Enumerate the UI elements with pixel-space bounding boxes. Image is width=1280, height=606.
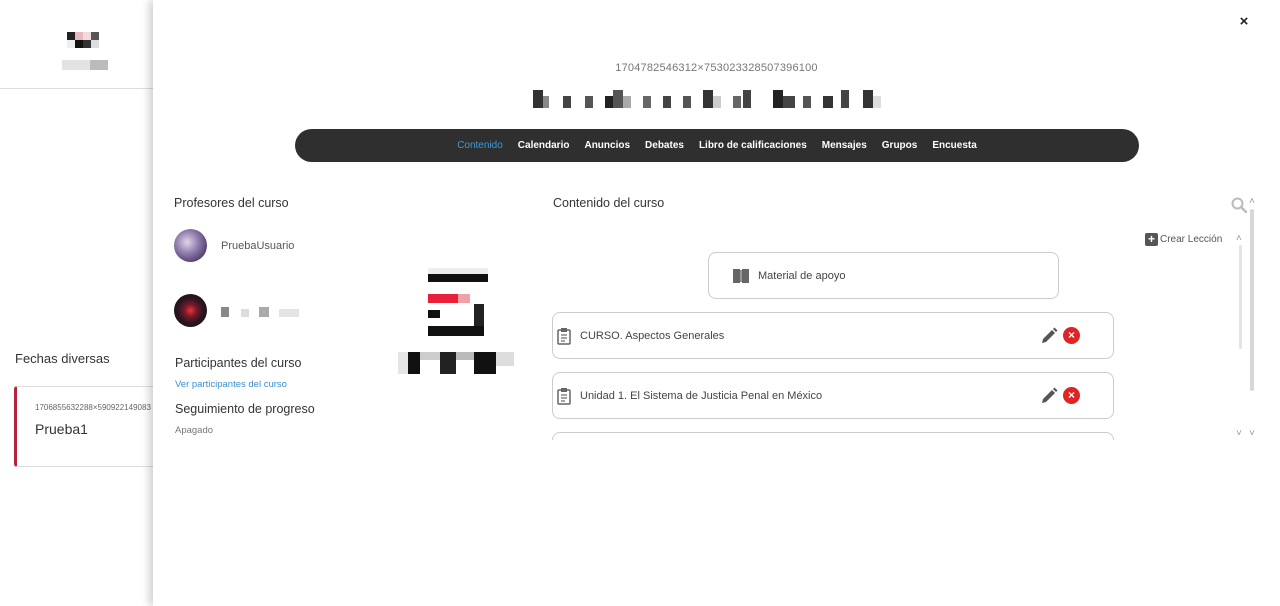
section-title: Fechas diversas (15, 351, 110, 366)
create-lesson-label: Crear Lección (1160, 234, 1223, 245)
event-card[interactable]: 1706855632288×590922149083 Prueba1 (14, 386, 164, 467)
close-button[interactable]: × (1236, 14, 1252, 30)
lesson-item[interactable]: CURSO. Aspectos Generales × (552, 312, 1114, 359)
progress-status: Apagado (175, 425, 214, 436)
course-modal: × 1704782546312×753023328507396100 Conte… (153, 0, 1280, 606)
teacher-item[interactable] (174, 294, 301, 327)
inner-scroll-down-icon[interactable]: ˅ (1236, 428, 1242, 439)
book-icon (733, 268, 749, 283)
search-icon[interactable] (1231, 197, 1247, 213)
delete-icon[interactable]: × (1063, 387, 1080, 404)
lesson-item-partial[interactable] (552, 432, 1114, 440)
header-divider (0, 88, 160, 89)
teacher-item[interactable]: PruebaUsuario (174, 229, 294, 262)
teacher-name: PruebaUsuario (221, 239, 295, 252)
course-id: 1704782546312×753023328507396100 (615, 62, 818, 74)
tab-libro-de-calificaciones[interactable]: Libro de calificaciones (699, 140, 807, 151)
tab-mensajes[interactable]: Mensajes (822, 140, 867, 151)
edit-pencil-icon[interactable] (1040, 327, 1058, 345)
course-logo-redacted (398, 268, 514, 374)
lesson-item[interactable]: Unidad 1. El Sistema de Justicia Penal e… (552, 372, 1114, 419)
lesson-title: Unidad 1. El Sistema de Justicia Penal e… (580, 389, 823, 402)
delete-icon[interactable]: × (1063, 327, 1080, 344)
avatar (174, 294, 207, 327)
tab-debates[interactable]: Debates (645, 140, 684, 151)
teacher-name-redacted (221, 306, 299, 317)
content-title: Contenido del curso (553, 196, 665, 210)
lesson-actions: × (1040, 327, 1080, 345)
participants-title: Participantes del curso (175, 356, 302, 370)
create-lesson-button[interactable]: + Crear Lección (1145, 233, 1222, 246)
tab-anuncios[interactable]: Anuncios (584, 140, 630, 151)
event-card-title: Prueba1 (35, 421, 88, 437)
participants-link[interactable]: Ver participantes del curso (175, 379, 287, 390)
background-page: Fechas diversas 1706855632288×5909221490… (0, 0, 164, 606)
tab-calendario[interactable]: Calendario (518, 140, 570, 151)
inner-scrollbar[interactable] (1239, 245, 1242, 349)
course-nav: Contenido Calendario Anuncios Debates Li… (295, 129, 1139, 162)
lesson-actions: × (1040, 387, 1080, 405)
scroll-up-icon[interactable]: ˄ (1249, 196, 1255, 207)
course-name-redacted (533, 90, 881, 108)
teachers-title: Profesores del curso (174, 196, 289, 210)
tab-encuesta[interactable]: Encuesta (932, 140, 976, 151)
event-card-id: 1706855632288×590922149083 (35, 403, 151, 412)
lesson-title: CURSO. Aspectos Generales (580, 329, 725, 342)
progress-title: Seguimiento de progreso (175, 402, 315, 416)
tab-grupos[interactable]: Grupos (882, 140, 918, 151)
scroll-down-icon[interactable]: ˅ (1249, 428, 1255, 439)
tab-contenido[interactable]: Contenido (457, 140, 503, 151)
clipboard-icon (557, 387, 571, 405)
edit-pencil-icon[interactable] (1040, 387, 1058, 405)
outer-scrollbar[interactable] (1250, 209, 1254, 391)
inner-scroll-up-icon[interactable]: ˄ (1236, 233, 1242, 244)
blurred-logo (62, 32, 108, 70)
plus-icon: + (1145, 233, 1158, 246)
support-material-label: Material de apoyo (758, 269, 846, 282)
clipboard-icon (557, 327, 571, 345)
course-content-list: Material de apoyo CURSO. Aspectos Genera… (552, 252, 1114, 440)
avatar (174, 229, 207, 262)
support-material-button[interactable]: Material de apoyo (708, 252, 1059, 299)
